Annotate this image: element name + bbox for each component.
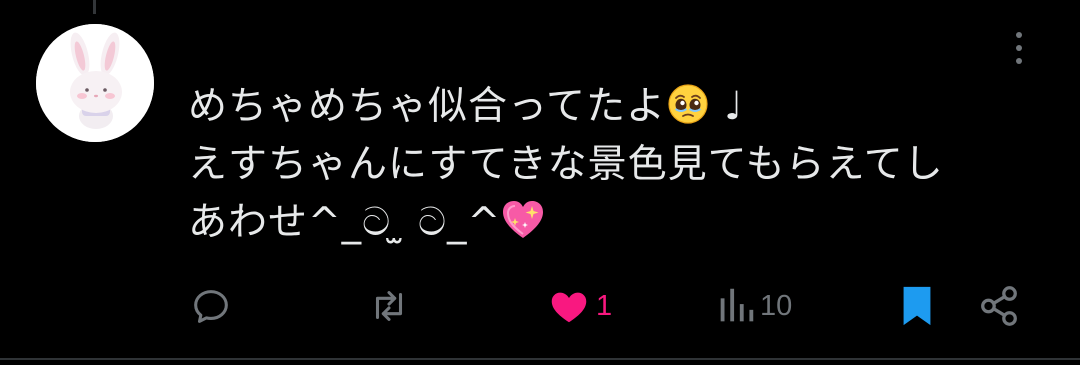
share-button[interactable] [976,282,1022,330]
more-dot-icon [1016,45,1022,51]
share-icon [981,286,1017,326]
reply-button[interactable] [188,282,238,330]
more-dot-icon [1016,58,1022,64]
views-chart-icon [720,288,754,322]
more-dot-icon [1016,32,1022,38]
sparkling-heart-icon [501,198,545,242]
heart-filled-icon [551,292,587,323]
avatar[interactable] [36,24,154,142]
music-note-text: ♩ [724,84,744,129]
tweet-text-line-3-text: あわせ^_ට ̫ ට_^ [188,200,502,245]
like-button[interactable]: 1 [546,282,612,330]
retweet-icon [375,291,403,321]
tweet-text-line-3: あわせ^_ට ̫ ට_^ [188,194,1068,252]
tweet-text-line-1: めちゃめちゃ似合ってたよ ♩ [188,78,1068,136]
thread-connector-line [93,0,96,14]
views-count: 10 [760,289,793,322]
bookmark-filled-icon [903,286,931,326]
bookmark-button[interactable] [896,282,938,330]
retweet-button[interactable] [366,282,416,330]
tweet-actions-bar: 1 10 [0,282,1080,330]
reply-icon [194,290,228,323]
tweet-text: めちゃめちゃ似合ってたよ ♩ えすちゃんにすてきな景色見てもらえてし あわせ^_… [188,78,1068,252]
more-options-button[interactable] [1004,28,1034,68]
tweet-divider [0,358,1080,360]
bunny-avatar-image [36,24,154,142]
tweet-text-line-1-text: めちゃめちゃ似合ってたよ [188,84,667,129]
pleading-face-icon [666,82,710,126]
tweet-text-line-2: えすちゃんにすてきな景色見てもらえてし [188,142,944,187]
views-button[interactable]: 10 [716,282,792,330]
like-count: 1 [596,289,613,322]
